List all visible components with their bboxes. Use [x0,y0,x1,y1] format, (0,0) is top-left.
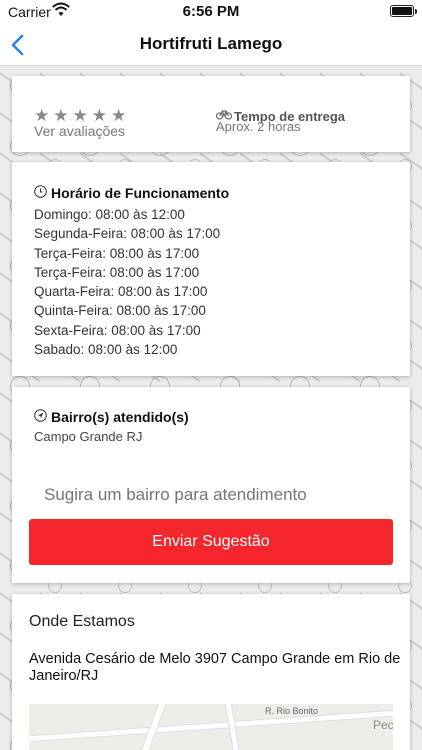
location-card: Onde Estamos Avenida Cesário de Melo 390… [12,594,410,750]
clock-icon [34,185,47,198]
navigation-bar: Hortifruti Lamego [0,24,422,66]
opening-hours-title: Horário de Funcionamento [51,185,230,201]
clock: 6:56 PM [182,3,240,20]
neighborhood-value: Campo Grande RJ [34,429,143,444]
hours-item: Terça-Feira: 08:00 às 17:00 [34,264,200,280]
map-street-label: R. Rio Bonito [265,706,319,716]
navigation-arrow-icon [34,409,47,422]
neighborhoods-card: Bairro(s) atendido(s) Campo Grande RJ En… [12,387,410,583]
opening-hours-card: Horário de Funcionamento Domingo: 08:00 … [12,162,410,376]
opening-hours-list: Domingo: 08:00 às 12:00 Segunda-Feira: 0… [34,205,220,359]
address-text: Avenida Cesário de Melo 3907 Campo Grand… [29,651,401,684]
hours-item: Domingo: 08:00 às 12:00 [34,207,185,222]
delivery-time-value: Aprox. 2 horas [216,119,301,134]
rating-delivery-card: ★★★★★ Ver avaliações Tempo de entrega Ap… [12,76,410,152]
suggest-neighborhood-input[interactable] [44,485,384,505]
hours-item: Segunda-Feira: 08:00 às 17:00 [34,226,221,242]
hours-item: Terça-Feira: 08:00 às 17:00 [34,245,200,261]
battery-icon [390,5,417,17]
hours-item: Sabado: 08:00 às 12:00 [34,342,178,358]
page-title: Hortifruti Lamego [139,34,283,53]
hours-item: Sexta-Feira: 08:00 às 17:00 [34,322,201,338]
status-bar: Carrier 6:56 PM [0,0,422,24]
send-suggestion-button[interactable]: Enviar Sugestão [29,519,393,565]
see-reviews-link[interactable]: Ver avaliações [34,123,125,139]
location-title: Onde Estamos [29,613,135,630]
hours-item: Quarta-Feira: 08:00 às 17:00 [34,284,208,300]
map-place-label: Pecs [373,718,393,732]
map-view[interactable]: R. Rio Bonito Pecs [29,704,393,750]
hours-item: Quinta-Feira: 08:00 às 17:00 [34,303,206,319]
neighborhoods-title: Bairro(s) atendido(s) [51,409,189,425]
